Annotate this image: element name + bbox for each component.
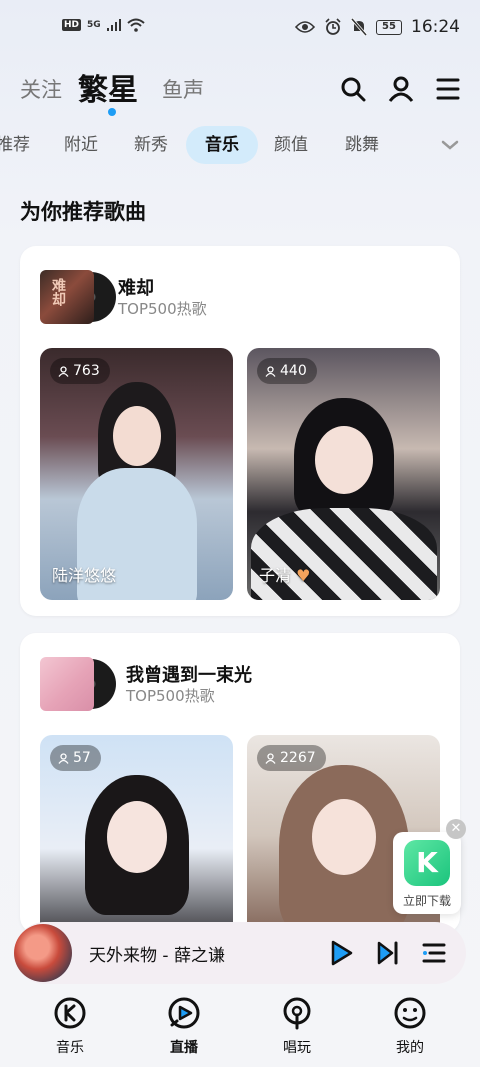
person-icon (58, 365, 69, 377)
mini-player[interactable]: 天外来物 - 薛之谦 (14, 922, 466, 984)
live-room-tile[interactable]: 763 陆洋悠悠 (40, 348, 233, 600)
section-title: 为你推荐歌曲 (20, 200, 146, 224)
song-card[interactable]: 难却 难却 TOP500热歌 763 陆洋悠悠 440 子清 ♥ (20, 246, 460, 616)
streamer-face (106, 801, 167, 873)
live-play-icon (168, 997, 200, 1029)
viewer-count-value: 2267 (280, 750, 316, 766)
album-cover (40, 657, 94, 711)
album-art: 难却 (40, 270, 116, 324)
mute-bell-icon (351, 18, 367, 36)
category-newcomer[interactable]: 新秀 (134, 126, 168, 164)
search-icon[interactable] (340, 76, 366, 102)
viewer-count: 57 (50, 745, 101, 771)
active-tab-dot (108, 108, 116, 116)
kugou-logo-icon: K (404, 840, 450, 886)
category-looks[interactable]: 颜值 (274, 126, 308, 164)
person-icon (58, 752, 69, 764)
anchor-name: 陆洋悠悠 (52, 566, 117, 585)
viewer-count: 440 (257, 358, 317, 384)
live-room-tile[interactable]: 57 (40, 735, 233, 933)
tab-yusheng[interactable]: 鱼声 (162, 74, 204, 104)
song-subtitle: TOP500热歌 (126, 687, 215, 705)
battery-indicator: 55 (376, 19, 402, 35)
song-title[interactable]: 难却 (118, 274, 154, 300)
live-room-tile[interactable]: 440 子清 ♥ (247, 348, 440, 600)
playlist-icon[interactable] (422, 939, 446, 967)
profile-icon[interactable] (388, 76, 414, 102)
next-track-icon[interactable] (376, 939, 400, 967)
song-subtitle: TOP500热歌 (118, 300, 207, 318)
streamer-face (314, 426, 373, 494)
nav-label: 唱玩 (283, 1040, 311, 1056)
menu-icon[interactable] (436, 76, 460, 102)
nav-live[interactable]: 直播 (144, 996, 224, 1057)
hd-badge: HD (62, 19, 82, 31)
category-row: 推荐 附近 新秀 音乐 颜值 跳舞 (0, 126, 480, 166)
play-icon[interactable] (330, 939, 354, 967)
status-right: 55 16:24 (295, 17, 460, 37)
player-cover-art[interactable] (14, 924, 72, 982)
nav-me[interactable]: 我的 (370, 996, 450, 1057)
song-title[interactable]: 我曾遇到一束光 (126, 661, 252, 687)
download-app-float[interactable]: K 立即下载 (393, 832, 461, 914)
player-track-title: 天外来物 - 薛之谦 (89, 946, 225, 966)
nav-label: 我的 (396, 1040, 424, 1056)
anchor-name-text: 子清 (259, 566, 292, 585)
bottom-nav: 音乐 直播 唱玩 我的 (0, 990, 480, 1067)
album-cover-text: 难却 (50, 278, 66, 306)
heart-icon: ♥ (296, 566, 311, 585)
status-time: 16:24 (411, 17, 460, 37)
viewer-count-value: 440 (280, 363, 307, 379)
player-controls (330, 939, 446, 967)
nav-label: 直播 (170, 1040, 198, 1056)
signal-icon (106, 19, 121, 31)
nav-sing[interactable]: 唱玩 (257, 996, 337, 1057)
viewer-count-value: 57 (73, 750, 91, 766)
status-left: HD 5G (62, 18, 145, 32)
streamer-face (112, 406, 161, 466)
eye-icon (295, 21, 315, 33)
category-music[interactable]: 音乐 (186, 126, 258, 164)
nav-music[interactable]: 音乐 (30, 996, 110, 1057)
network-badge: 5G (87, 20, 101, 30)
category-recommend[interactable]: 推荐 (0, 126, 30, 164)
album-art (40, 657, 116, 711)
tab-fanxing[interactable]: 繁星 (78, 65, 138, 109)
album-cover: 难却 (40, 270, 94, 324)
category-dance[interactable]: 跳舞 (345, 126, 379, 164)
person-icon (265, 752, 276, 764)
streamer-sweater (250, 508, 437, 600)
microphone-icon (283, 997, 311, 1030)
tab-follow[interactable]: 关注 (20, 74, 62, 104)
download-label: 立即下载 (402, 894, 451, 908)
status-bar: HD 5G 55 16:24 (0, 0, 480, 58)
face-icon (394, 997, 426, 1029)
nav-label: 音乐 (56, 1040, 84, 1056)
viewer-count-value: 763 (73, 363, 100, 379)
close-icon[interactable]: ✕ (446, 819, 466, 839)
anchor-name: 子清 ♥ (259, 562, 310, 586)
category-nearby[interactable]: 附近 (64, 126, 98, 164)
viewer-count: 763 (50, 358, 110, 384)
chevron-down-icon[interactable] (440, 138, 460, 152)
wifi-icon (127, 18, 145, 32)
kugou-music-icon (54, 997, 86, 1029)
streamer-face (311, 799, 376, 875)
header-icons (340, 76, 460, 102)
person-icon (265, 365, 276, 377)
viewer-count: 2267 (257, 745, 326, 771)
alarm-icon (325, 18, 341, 35)
